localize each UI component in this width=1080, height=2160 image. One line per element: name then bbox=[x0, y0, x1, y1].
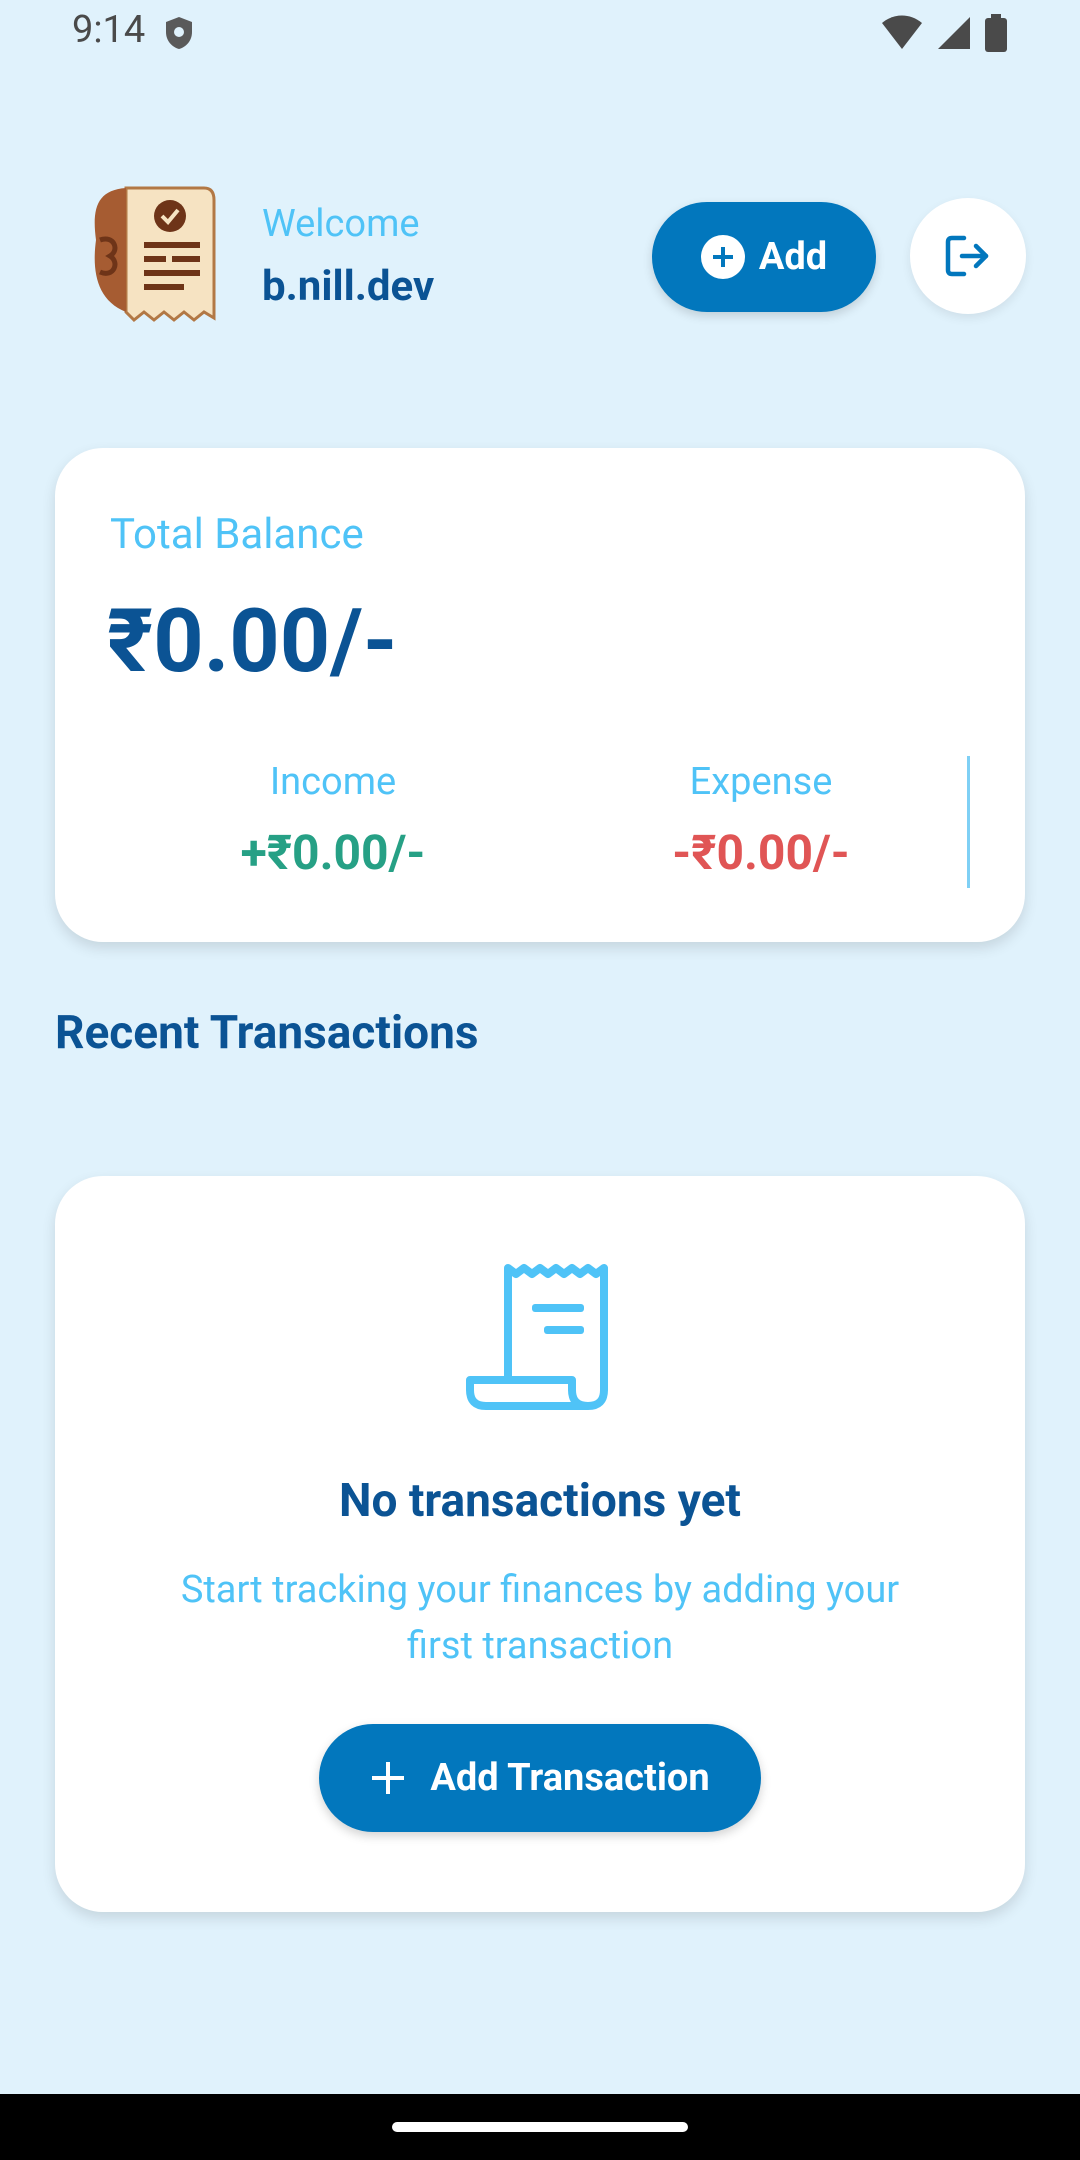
expense-summary: Expense -₹0.00/- bbox=[611, 760, 911, 881]
shield-icon bbox=[166, 17, 192, 49]
total-balance-label: Total Balance bbox=[110, 510, 364, 559]
total-balance-amount: ₹0.00/- bbox=[107, 590, 398, 693]
welcome-label: Welcome bbox=[262, 202, 420, 246]
receipt-icon bbox=[466, 1264, 608, 1410]
empty-state-card: No transactions yet Start tracking your … bbox=[55, 1176, 1025, 1912]
home-gesture-handle[interactable] bbox=[392, 2122, 688, 2132]
add-button[interactable]: Add bbox=[652, 202, 876, 312]
income-value: +₹0.00/- bbox=[240, 824, 426, 881]
logout-button[interactable] bbox=[910, 198, 1026, 314]
wifi-icon bbox=[882, 15, 922, 49]
plus-circle-icon bbox=[700, 235, 745, 279]
balance-card: Total Balance ₹0.00/- Income +₹0.00/- Ex… bbox=[55, 448, 1025, 942]
expense-value: -₹0.00/- bbox=[672, 824, 850, 881]
battery-icon bbox=[985, 14, 1007, 52]
home-screen: 9:14 Welcome b.nill.dev Add Total Balanc… bbox=[0, 0, 1080, 2160]
logout-icon bbox=[945, 235, 989, 277]
add-transaction-button[interactable]: Add Transaction bbox=[319, 1724, 761, 1832]
username: b.nill.dev bbox=[262, 262, 435, 311]
empty-state-subtitle: Start tracking your finances by adding y… bbox=[180, 1568, 900, 1668]
empty-state-title: No transactions yet bbox=[339, 1474, 741, 1528]
signal-icon bbox=[938, 17, 970, 49]
navigation-bar bbox=[0, 2094, 1080, 2160]
income-summary: Income +₹0.00/- bbox=[183, 760, 483, 881]
status-bar: 9:14 bbox=[0, 0, 1080, 64]
scroll-indicator bbox=[967, 756, 970, 888]
status-time: 9:14 bbox=[72, 8, 146, 52]
add-button-label: Add bbox=[758, 235, 828, 279]
status-icons bbox=[880, 14, 1008, 52]
add-transaction-label: Add Transaction bbox=[430, 1756, 710, 1800]
expense-label: Expense bbox=[689, 760, 833, 804]
plus-icon bbox=[372, 1762, 405, 1794]
recent-transactions-title: Recent Transactions bbox=[55, 1006, 479, 1060]
income-label: Income bbox=[269, 760, 397, 804]
receipt-logo-icon bbox=[94, 186, 216, 323]
